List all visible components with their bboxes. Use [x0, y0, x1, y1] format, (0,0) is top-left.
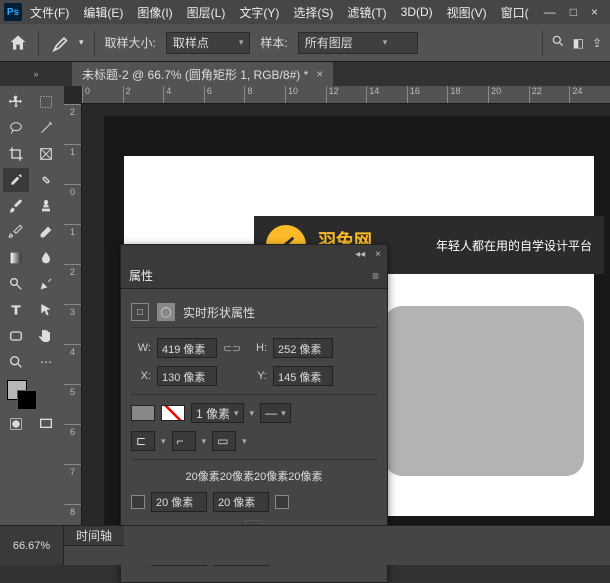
menu-3d[interactable]: 3D(D) [395, 3, 439, 21]
menu-type[interactable]: 文字(Y) [233, 2, 285, 23]
window-controls: — □ × [544, 5, 606, 19]
options-right: ◧ ⇪ [542, 30, 602, 56]
sample-size-dropdown[interactable]: 取样点 ▾ [166, 32, 251, 54]
shape-icon: □ [131, 303, 149, 321]
menu-file[interactable]: 文件(F) [24, 2, 75, 23]
x-label: X: [131, 370, 151, 382]
width-label: W: [131, 342, 151, 354]
app-icon: Ps [4, 3, 22, 21]
x-input[interactable]: 130 像素 [157, 366, 217, 386]
stroke-style-dropdown[interactable]: —▾ [260, 403, 291, 423]
corners-summary: 20像素20像素20像素20像素 [186, 468, 323, 484]
tab-close-icon[interactable]: × [316, 67, 323, 81]
corner-tl-input[interactable]: 20 像素 [151, 492, 207, 512]
align-dropdown[interactable]: ▭ [212, 431, 236, 451]
shape-tool-icon[interactable] [3, 324, 29, 348]
brush-tool-icon[interactable] [3, 194, 29, 218]
quickmask-icon[interactable] [3, 412, 29, 436]
chevron-down-icon: ▾ [383, 37, 388, 48]
y-input[interactable]: 145 像素 [273, 366, 333, 386]
menu-filter[interactable]: 滤镜(T) [341, 2, 392, 23]
panel-header[interactable]: ◂◂ × [121, 245, 387, 263]
sample-label: 样本: [260, 34, 287, 51]
height-input[interactable]: 252 像素 [273, 338, 333, 358]
panel-icon[interactable]: ◧ [573, 36, 584, 50]
menu-select[interactable]: 选择(S) [287, 2, 339, 23]
link-wh-icon[interactable]: ⊂⊃ [223, 339, 241, 357]
corner-tl-checkbox[interactable] [131, 495, 145, 509]
panel-menu-icon[interactable]: ≡ [372, 269, 379, 283]
chevron-down-icon[interactable]: ▾ [79, 37, 84, 48]
stamp-tool-icon[interactable] [33, 194, 59, 218]
eyedropper-icon[interactable] [49, 33, 69, 53]
eraser-tool-icon[interactable] [33, 220, 59, 244]
type-tool-icon[interactable] [3, 298, 29, 322]
cap-dropdown[interactable]: ⊏ [131, 431, 155, 451]
gradient-tool-icon[interactable] [3, 246, 29, 270]
blur-tool-icon[interactable] [33, 246, 59, 270]
fill-swatch[interactable] [131, 405, 155, 421]
minimize-icon[interactable]: — [544, 5, 556, 19]
sample-size-label: 取样大小: [105, 34, 156, 51]
frame-tool-icon[interactable] [33, 142, 59, 166]
menu-layer[interactable]: 图层(L) [181, 2, 232, 23]
lasso-tool-icon[interactable] [3, 116, 29, 140]
screenmode-icon[interactable] [33, 412, 59, 436]
options-bar: ▾ 取样大小: 取样点 ▾ 样本: 所有图层 ▾ ◧ ⇪ [0, 24, 610, 62]
menu-edit[interactable]: 编辑(E) [77, 2, 129, 23]
path-select-tool-icon[interactable] [33, 298, 59, 322]
hand-tool-icon[interactable] [33, 324, 59, 348]
panel-tab-properties[interactable]: 属性 [129, 267, 153, 284]
corner-tr-input[interactable]: 20 像素 [213, 492, 269, 512]
ruler-vertical[interactable]: 2 1 0 1 2 3 4 5 6 7 8 [64, 104, 82, 525]
close-icon[interactable]: × [591, 5, 598, 19]
tools-panel: ⋯ [0, 86, 64, 525]
expand-icon[interactable]: » [33, 69, 38, 79]
sample-dropdown[interactable]: 所有图层 ▾ [298, 32, 418, 54]
home-icon[interactable] [8, 33, 28, 53]
share-icon[interactable]: ⇪ [592, 36, 602, 50]
wand-tool-icon[interactable] [33, 116, 59, 140]
panel-close-icon[interactable]: × [375, 249, 381, 260]
chevron-down-icon[interactable]: ▾ [250, 408, 255, 419]
timeline-tab[interactable]: 时间轴 [64, 526, 124, 546]
color-swatches[interactable] [3, 380, 61, 410]
menu-view[interactable]: 视图(V) [441, 2, 493, 23]
status-bar: 66.67% 时间轴 [0, 525, 610, 565]
zoom-tool-icon[interactable] [3, 350, 29, 374]
stroke-swatch[interactable] [161, 405, 185, 421]
corner-tr-checkbox[interactable] [275, 495, 289, 509]
join-dropdown[interactable]: ⌐ [172, 431, 196, 451]
restore-icon[interactable]: □ [570, 5, 577, 19]
history-brush-tool-icon[interactable] [3, 220, 29, 244]
pen-tool-icon[interactable] [33, 272, 59, 296]
tab-title: 未标题-2 @ 66.7% (圆角矩形 1, RGB/8#) * [82, 66, 308, 83]
height-label: H: [247, 342, 267, 354]
banner-tagline: 年轻人都在用的自学设计平台 [436, 237, 592, 254]
collapse-icon[interactable]: ◂◂ [355, 249, 365, 260]
dodge-tool-icon[interactable] [3, 272, 29, 296]
width-input[interactable]: 419 像素 [157, 338, 217, 358]
menubar: Ps 文件(F) 编辑(E) 图像(I) 图层(L) 文字(Y) 选择(S) 滤… [0, 0, 610, 24]
eyedropper-tool-icon[interactable] [3, 168, 29, 192]
crop-tool-icon[interactable] [3, 142, 29, 166]
document-tabbar: » 未标题-2 @ 66.7% (圆角矩形 1, RGB/8#) * × [0, 62, 610, 86]
healing-tool-icon[interactable] [33, 168, 59, 192]
ruler-horizontal[interactable]: 0 2 4 6 8 10 12 14 16 18 20 22 24 [82, 86, 610, 104]
stroke-width-input[interactable]: 1 像素▾ [191, 403, 244, 423]
background-swatch[interactable] [17, 390, 37, 410]
zoom-level[interactable]: 66.67% [0, 526, 64, 565]
marquee-tool-icon[interactable] [33, 90, 59, 114]
move-tool-icon[interactable] [3, 90, 29, 114]
menu-image[interactable]: 图像(I) [131, 2, 178, 23]
rounded-rect-shape[interactable] [384, 306, 584, 476]
chevron-down-icon: ▾ [239, 37, 244, 48]
mask-icon: ◯ [157, 303, 175, 321]
menu-window[interactable]: 窗口( [495, 2, 535, 23]
edit-toolbar-icon[interactable]: ⋯ [33, 350, 59, 374]
document-tab[interactable]: 未标题-2 @ 66.7% (圆角矩形 1, RGB/8#) * × [72, 62, 333, 86]
y-label: Y: [247, 370, 267, 382]
properties-subtitle: 实时形状属性 [183, 304, 255, 321]
search-icon[interactable] [551, 34, 565, 51]
